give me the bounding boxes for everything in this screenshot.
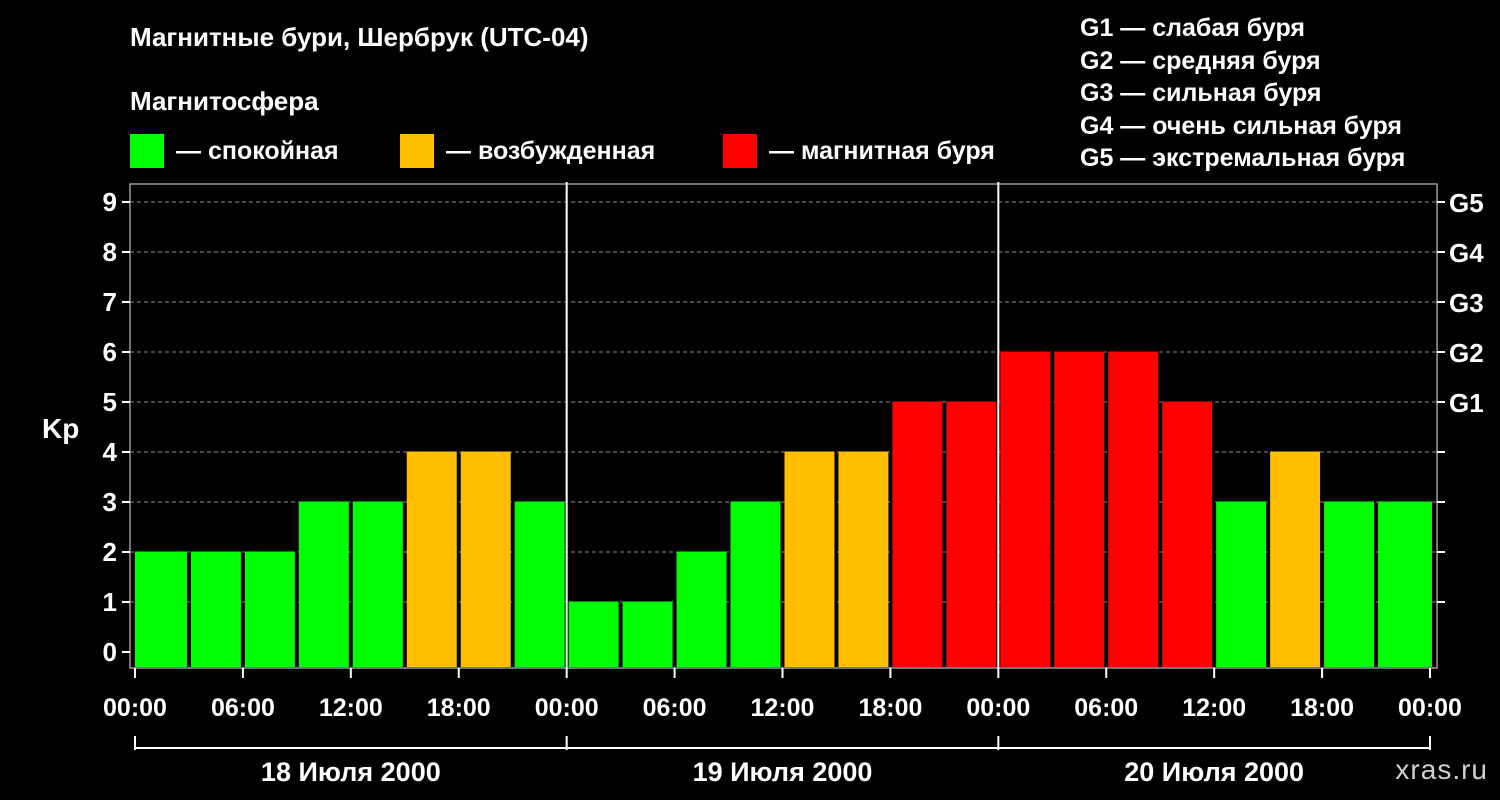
y-tick-label: 7 xyxy=(103,287,117,317)
x-tick-label: 06:00 xyxy=(1074,694,1138,722)
kp-bar-9 xyxy=(622,601,673,667)
kp-bar-16 xyxy=(1000,351,1051,667)
day-label-2: 19 Июля 2000 xyxy=(693,757,873,787)
kp-bar-18 xyxy=(1108,351,1159,667)
kp-bar-23 xyxy=(1378,501,1432,667)
y-axis-label: Kp xyxy=(42,413,79,444)
x-tick-label: 00:00 xyxy=(535,694,599,722)
kp-bar-14 xyxy=(892,401,943,667)
kp-bar-8 xyxy=(568,601,619,667)
kp-bar-17 xyxy=(1054,351,1105,667)
kp-bar-15 xyxy=(946,401,997,667)
y-tick-label: 4 xyxy=(103,437,118,467)
kp-bar-6 xyxy=(460,451,511,667)
y-tick-label: 5 xyxy=(103,387,117,417)
right-tick-label-G2: G2 xyxy=(1449,338,1484,368)
right-tick-label-G5: G5 xyxy=(1449,188,1484,218)
kp-bar-19 xyxy=(1162,401,1213,667)
x-tick-label: 18:00 xyxy=(1290,694,1354,722)
day-label-3: 20 Июля 2000 xyxy=(1124,757,1304,787)
kp-bar-0 xyxy=(135,551,187,667)
x-tick-label: 06:00 xyxy=(643,694,707,722)
kp-bar-10 xyxy=(676,551,727,667)
x-tick-label: 00:00 xyxy=(1398,694,1462,722)
x-tick-label: 12:00 xyxy=(751,694,815,722)
watermark: xras.ru xyxy=(1395,754,1488,785)
kp-bar-4 xyxy=(352,501,403,667)
kp-bar-5 xyxy=(406,451,457,667)
kp-bar-7 xyxy=(514,501,565,667)
y-tick-label: 3 xyxy=(103,487,117,517)
kp-bar-2 xyxy=(244,551,295,667)
right-tick-label-G1: G1 xyxy=(1449,388,1484,418)
y-tick-label: 2 xyxy=(103,537,117,567)
x-tick-label: 00:00 xyxy=(103,694,167,722)
x-tick-label: 18:00 xyxy=(427,694,491,722)
y-tick-label: 6 xyxy=(103,337,117,367)
kp-bar-22 xyxy=(1324,501,1375,667)
kp-bar-1 xyxy=(190,551,241,667)
kp-bar-3 xyxy=(298,501,349,667)
x-tick-label: 12:00 xyxy=(319,694,383,722)
y-tick-label: 8 xyxy=(103,237,117,267)
right-tick-label-G3: G3 xyxy=(1449,288,1484,318)
kp-bar-21 xyxy=(1270,451,1321,667)
kp-bar-11 xyxy=(730,501,781,667)
day-label-1: 18 Июля 2000 xyxy=(261,757,441,787)
kp-bar-12 xyxy=(784,451,835,667)
x-tick-label: 06:00 xyxy=(211,694,275,722)
kp-bar-20 xyxy=(1216,501,1267,667)
x-tick-label: 18:00 xyxy=(858,694,922,722)
kp-bar-13 xyxy=(838,451,889,667)
y-tick-label: 1 xyxy=(103,587,117,617)
right-tick-label-G4: G4 xyxy=(1449,238,1484,268)
kp-bar-chart: 0 1 2 3 4 5 6 7 8 9 G1 G2 G3 G4 G5 Kp 00:00 06:00 12:00 18:… xyxy=(42,182,1484,787)
x-tick-label: 12:00 xyxy=(1182,694,1246,722)
y-tick-label: 9 xyxy=(103,187,117,217)
x-tick-label: 00:00 xyxy=(966,694,1030,722)
y-tick-label: 0 xyxy=(103,637,117,667)
